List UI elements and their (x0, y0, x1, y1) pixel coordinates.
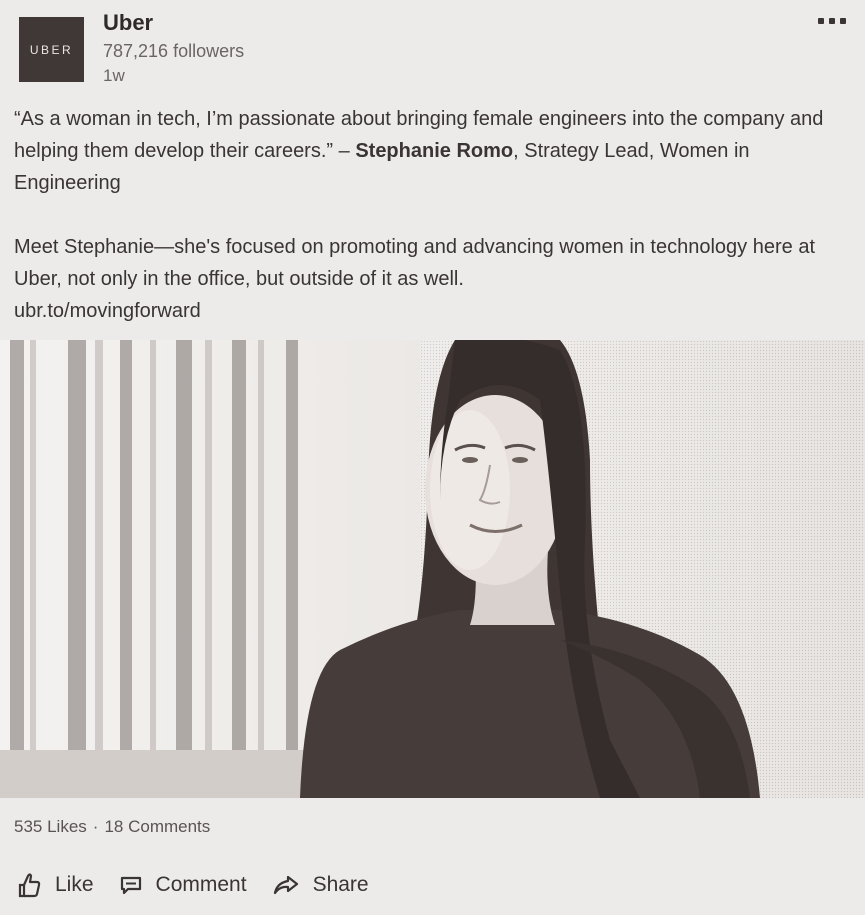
share-label: Share (312, 873, 369, 896)
like-label: Like (55, 873, 94, 896)
post-image[interactable] (0, 340, 865, 798)
feed-post: UBER Uber 787,216 followers 1w “As a wom… (0, 0, 865, 915)
description-text: Meet Stephanie—she's focused on promotin… (14, 236, 815, 290)
comment-button[interactable]: Comment (120, 873, 247, 897)
quote-paragraph: “As a woman in tech, I’m passionate abou… (14, 103, 849, 199)
stats-separator: · (92, 817, 99, 836)
company-name[interactable]: Uber (103, 10, 153, 36)
post-stats: 535 Likes · 18 Comments (14, 817, 210, 837)
follower-count: 787,216 followers (103, 41, 245, 61)
action-bar: Like Comment Share (17, 872, 369, 898)
likes-count[interactable]: 535 Likes (14, 817, 87, 836)
post-text: “As a woman in tech, I’m passionate abou… (14, 103, 849, 327)
portrait-photo (0, 340, 865, 798)
more-options-icon[interactable] (818, 18, 846, 24)
comment-label: Comment (155, 873, 247, 896)
share-arrow-icon (273, 875, 298, 895)
comment-icon (120, 876, 141, 895)
post-timestamp: 1w (103, 66, 125, 85)
like-button[interactable]: Like (17, 872, 94, 898)
company-logo[interactable]: UBER (19, 17, 84, 82)
dot (829, 18, 835, 24)
dot (818, 18, 824, 24)
comments-count[interactable]: 18 Comments (104, 817, 210, 836)
logo-text: UBER (29, 42, 74, 57)
author-name: Stephanie Romo (355, 140, 514, 162)
post-link[interactable]: ubr.to/movingforward (14, 300, 201, 322)
thumbs-up-icon (18, 873, 41, 898)
dot (840, 18, 846, 24)
description-paragraph: Meet Stephanie—she's focused on promotin… (14, 231, 849, 327)
share-button[interactable]: Share (273, 873, 369, 897)
